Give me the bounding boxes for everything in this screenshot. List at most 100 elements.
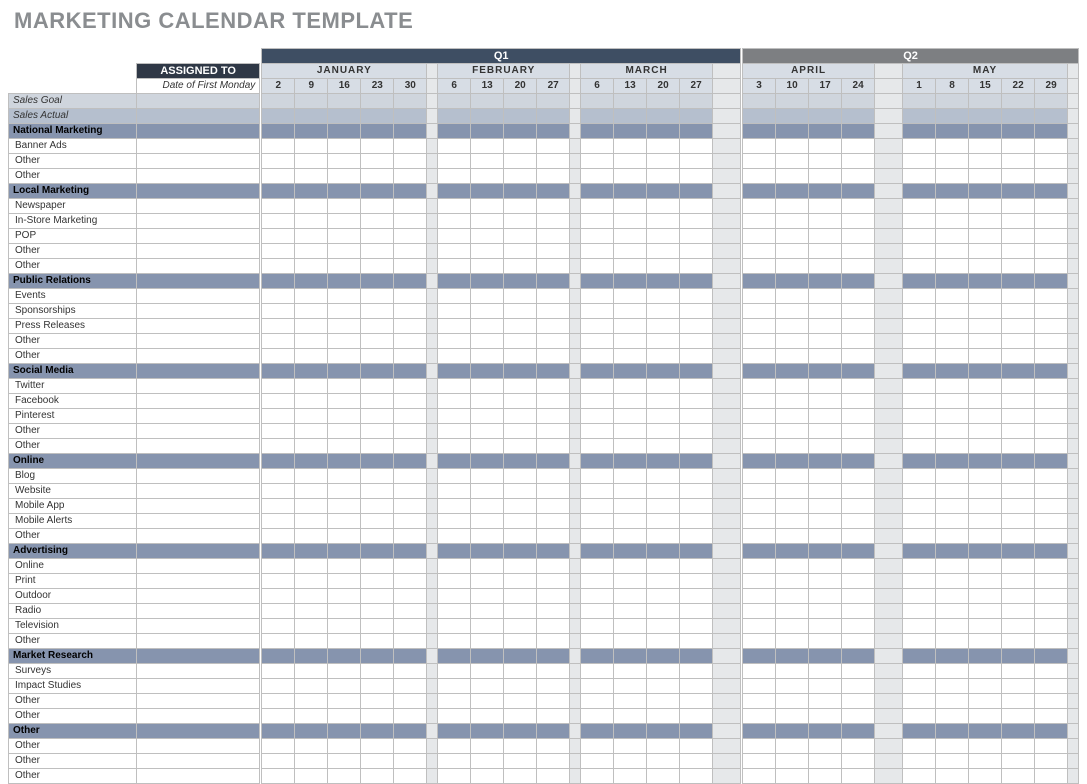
data-cell[interactable]	[438, 109, 471, 124]
data-cell[interactable]	[394, 754, 427, 769]
data-cell[interactable]	[936, 589, 969, 604]
data-cell[interactable]	[936, 559, 969, 574]
data-cell[interactable]	[776, 199, 809, 214]
assigned-cell[interactable]	[137, 394, 260, 409]
date-cell[interactable]: 30	[394, 79, 427, 94]
data-cell[interactable]	[903, 259, 936, 274]
data-cell[interactable]	[581, 514, 614, 529]
data-cell[interactable]	[262, 634, 295, 649]
data-cell[interactable]	[680, 529, 713, 544]
data-cell[interactable]	[614, 349, 647, 364]
data-cell[interactable]	[504, 409, 537, 424]
data-cell[interactable]	[647, 664, 680, 679]
data-cell[interactable]	[969, 754, 1002, 769]
data-cell[interactable]	[295, 124, 328, 139]
data-cell[interactable]	[842, 544, 875, 559]
data-cell[interactable]	[504, 364, 537, 379]
data-cell[interactable]	[361, 544, 394, 559]
data-cell[interactable]	[361, 349, 394, 364]
data-cell[interactable]	[504, 529, 537, 544]
data-cell[interactable]	[903, 469, 936, 484]
data-cell[interactable]	[394, 469, 427, 484]
data-cell[interactable]	[1002, 724, 1035, 739]
assigned-cell[interactable]	[137, 214, 260, 229]
data-cell[interactable]	[295, 319, 328, 334]
data-cell[interactable]	[328, 769, 361, 784]
data-cell[interactable]	[295, 259, 328, 274]
data-cell[interactable]	[842, 199, 875, 214]
data-cell[interactable]	[680, 304, 713, 319]
data-cell[interactable]	[1002, 229, 1035, 244]
data-cell[interactable]	[680, 694, 713, 709]
data-cell[interactable]	[328, 229, 361, 244]
data-cell[interactable]	[537, 169, 570, 184]
data-cell[interactable]	[647, 169, 680, 184]
data-cell[interactable]	[361, 574, 394, 589]
data-cell[interactable]	[776, 619, 809, 634]
data-cell[interactable]	[969, 289, 1002, 304]
data-cell[interactable]	[394, 289, 427, 304]
data-cell[interactable]	[936, 394, 969, 409]
data-cell[interactable]	[614, 649, 647, 664]
data-cell[interactable]	[581, 259, 614, 274]
data-cell[interactable]	[680, 754, 713, 769]
data-cell[interactable]	[504, 694, 537, 709]
data-cell[interactable]	[471, 334, 504, 349]
data-cell[interactable]	[936, 769, 969, 784]
data-cell[interactable]	[809, 739, 842, 754]
data-cell[interactable]	[262, 709, 295, 724]
data-cell[interactable]	[537, 709, 570, 724]
data-cell[interactable]	[537, 109, 570, 124]
data-cell[interactable]	[809, 229, 842, 244]
data-cell[interactable]	[1035, 289, 1068, 304]
data-cell[interactable]	[295, 334, 328, 349]
data-cell[interactable]	[969, 394, 1002, 409]
data-cell[interactable]	[809, 334, 842, 349]
data-cell[interactable]	[504, 154, 537, 169]
data-cell[interactable]	[1035, 304, 1068, 319]
data-cell[interactable]	[537, 649, 570, 664]
data-cell[interactable]	[504, 274, 537, 289]
data-cell[interactable]	[471, 499, 504, 514]
data-cell[interactable]	[743, 619, 776, 634]
data-cell[interactable]	[1002, 289, 1035, 304]
data-cell[interactable]	[537, 574, 570, 589]
data-cell[interactable]	[328, 184, 361, 199]
data-cell[interactable]	[1002, 259, 1035, 274]
data-cell[interactable]	[471, 724, 504, 739]
data-cell[interactable]	[328, 469, 361, 484]
data-cell[interactable]	[1002, 409, 1035, 424]
data-cell[interactable]	[438, 634, 471, 649]
assigned-cell[interactable]	[137, 514, 260, 529]
data-cell[interactable]	[842, 259, 875, 274]
data-cell[interactable]	[295, 709, 328, 724]
data-cell[interactable]	[295, 409, 328, 424]
data-cell[interactable]	[842, 754, 875, 769]
data-cell[interactable]	[361, 289, 394, 304]
data-cell[interactable]	[1002, 304, 1035, 319]
data-cell[interactable]	[647, 574, 680, 589]
data-cell[interactable]	[776, 679, 809, 694]
data-cell[interactable]	[394, 769, 427, 784]
data-cell[interactable]	[1035, 604, 1068, 619]
data-cell[interactable]	[394, 724, 427, 739]
data-cell[interactable]	[903, 664, 936, 679]
assigned-cell[interactable]	[137, 589, 260, 604]
data-cell[interactable]	[504, 94, 537, 109]
data-cell[interactable]	[936, 139, 969, 154]
data-cell[interactable]	[647, 649, 680, 664]
data-cell[interactable]	[903, 679, 936, 694]
data-cell[interactable]	[647, 184, 680, 199]
data-cell[interactable]	[903, 694, 936, 709]
data-cell[interactable]	[504, 124, 537, 139]
data-cell[interactable]	[903, 139, 936, 154]
data-cell[interactable]	[394, 634, 427, 649]
data-cell[interactable]	[262, 559, 295, 574]
data-cell[interactable]	[262, 424, 295, 439]
data-cell[interactable]	[328, 124, 361, 139]
data-cell[interactable]	[537, 529, 570, 544]
data-cell[interactable]	[776, 124, 809, 139]
data-cell[interactable]	[295, 349, 328, 364]
data-cell[interactable]	[614, 499, 647, 514]
assigned-cell[interactable]	[137, 604, 260, 619]
